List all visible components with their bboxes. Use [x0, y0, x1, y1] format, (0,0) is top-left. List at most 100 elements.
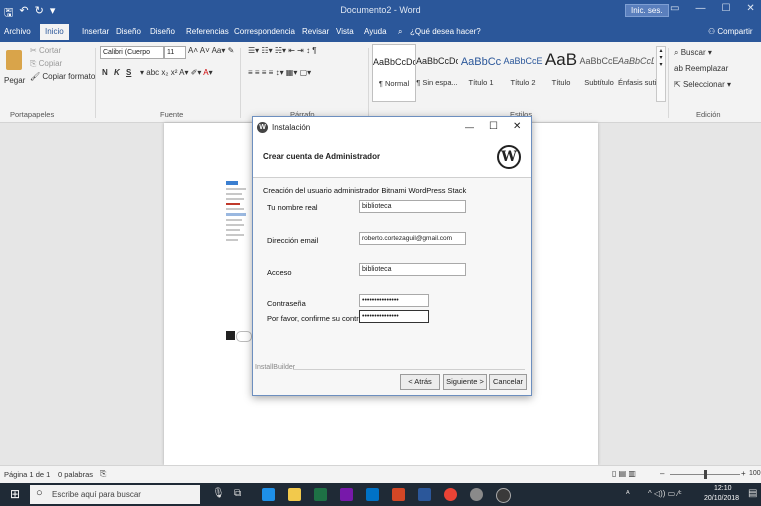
word-icon[interactable] — [418, 488, 431, 501]
chrome-icon[interactable] — [444, 488, 457, 501]
tab-vista[interactable]: Vista — [336, 27, 354, 36]
embedded-image-icon — [226, 331, 235, 340]
bold-button[interactable]: N — [102, 68, 108, 77]
dialog-description: Creación del usuario administrador Bitna… — [263, 186, 467, 195]
dialog-close-icon[interactable]: ✕ — [513, 121, 521, 132]
minimize-icon[interactable]: — — [695, 3, 705, 14]
find-button[interactable]: ⌕ Buscar ▾ — [674, 48, 712, 58]
notifications-icon[interactable]: ▤ — [748, 488, 757, 499]
format-painter-button[interactable]: 🖌 Copiar formato — [30, 72, 95, 81]
edge-icon[interactable] — [262, 488, 275, 501]
clock-time[interactable]: 12:10 — [714, 485, 732, 492]
font-grow-shrink-icons[interactable]: A˄ A˅ Aa▾ ✎ — [188, 46, 234, 55]
login-input[interactable]: biblioteca — [359, 263, 466, 276]
tab-ayuda[interactable]: Ayuda — [364, 27, 387, 36]
embedded-image-thumbnail[interactable] — [226, 179, 254, 279]
tab-insertar[interactable]: Insertar — [82, 27, 109, 36]
installer-dialog: W Instalación — ☐ ✕ Crear cuenta de Admi… — [252, 116, 532, 396]
copy-label: Copiar — [38, 59, 63, 68]
replace-button[interactable]: ab Reemplazar — [674, 64, 728, 73]
people-icon[interactable]: ᴬ — [626, 489, 630, 498]
tell-me-input[interactable]: ¿Qué desea hacer? — [410, 27, 481, 36]
title-bar: 🖫 ↶ ↻ ▾ Documento2 - Word Inic. ses. ▭ —… — [0, 0, 761, 22]
underline-button[interactable]: S — [126, 68, 131, 77]
dialog-maximize-icon[interactable]: ☐ — [489, 121, 498, 132]
paste-icon[interactable] — [6, 50, 22, 70]
powerpoint-icon[interactable] — [392, 488, 405, 501]
zoom-slider-thumb[interactable] — [704, 470, 707, 479]
cancel-button[interactable]: Cancelar — [489, 374, 527, 390]
tell-me-icon[interactable]: ⌕ — [398, 27, 402, 37]
group-divider — [668, 48, 669, 118]
paste-button[interactable]: Pegar — [4, 76, 25, 85]
italic-button[interactable]: K — [114, 68, 120, 77]
word-count[interactable]: 0 palabras — [58, 470, 93, 479]
wordpress-small-icon: W — [257, 122, 268, 133]
style-subtle-emphasis[interactable]: AaBbCcDc Énfasis sutil — [618, 44, 658, 100]
cut-label: Cortar — [38, 46, 62, 55]
dialog-minimize-icon[interactable]: — — [465, 122, 474, 132]
font-size-dropdown[interactable]: 11 — [164, 46, 186, 59]
list-icons[interactable]: ☰▾ ☷▾ ☵▾ ⇤ ⇥ ↕ ¶ — [248, 46, 317, 55]
wordpress-logo-icon: W — [497, 145, 521, 169]
dialog-title: Instalación — [272, 123, 311, 132]
confirm-password-input[interactable]: ••••••••••••••• — [359, 310, 429, 323]
ribbon-display-icon[interactable]: ▭ — [670, 3, 679, 14]
style-subtitle[interactable]: AaBbCcE Subtítulo — [578, 44, 620, 100]
task-view-icon[interactable]: ⧉ — [234, 488, 241, 499]
taskbar-search-input: Escribe aquí para buscar — [52, 490, 141, 499]
alignment-icons[interactable]: ≡ ≡ ≡ ≡ ↕▾ ▦▾ ▢▾ — [248, 68, 311, 77]
share-button[interactable]: ⚇ Compartir — [708, 27, 753, 36]
style-heading-2[interactable]: AaBbCcE Título 2 — [502, 44, 544, 100]
app-icon[interactable] — [470, 488, 483, 501]
styles-scroll[interactable]: ▴ ▾ ▾ — [656, 46, 666, 102]
tab-diseno-layout[interactable]: Diseño — [150, 27, 175, 36]
back-button[interactable]: < Atrás — [400, 374, 440, 390]
page-count[interactable]: Página 1 de 1 — [4, 470, 50, 479]
signin-button[interactable]: Inic. ses. — [625, 4, 669, 17]
login-label: Acceso — [267, 268, 292, 277]
tab-diseno[interactable]: Diseño — [116, 27, 141, 36]
close-icon[interactable]: ✕ — [746, 3, 754, 14]
password-input[interactable]: ••••••••••••••• — [359, 294, 429, 307]
style-no-spacing[interactable]: AaBbCcDc ¶ Sin espa... — [416, 44, 458, 100]
view-mode-icons[interactable]: ▯ ▤ ▥ — [612, 469, 636, 478]
zoom-level[interactable]: 100 — [749, 470, 761, 477]
cut-button[interactable]: ✂ Cortar — [30, 46, 61, 55]
wordpress-taskbar-icon[interactable] — [496, 488, 511, 503]
zoom-in-icon[interactable]: + — [741, 469, 746, 478]
tab-revisar[interactable]: Revisar — [302, 27, 329, 36]
copy-button[interactable]: ⎘ Copiar — [30, 59, 62, 69]
share-label: Compartir — [717, 27, 753, 36]
font-format-icons[interactable]: ▾ abc x₂ x² A▾ ✐▾ A▾ — [140, 68, 213, 77]
clipboard-group-label: Portapapeles — [10, 110, 55, 119]
file-explorer-icon[interactable] — [288, 488, 301, 501]
footer-divider — [293, 369, 525, 370]
font-name-dropdown[interactable]: Calibri (Cuerpo — [100, 46, 164, 59]
system-tray-icons[interactable]: ^ ◁)) ▭ ⁄ᶜ — [648, 489, 682, 498]
zoom-out-icon[interactable]: – — [660, 469, 664, 478]
clock-date[interactable]: 20/10/2018 — [704, 495, 739, 502]
maximize-icon[interactable]: ☐ — [721, 3, 730, 14]
style-normal[interactable]: AaBbCcDc ¶ Normal — [372, 44, 416, 102]
group-divider — [368, 48, 369, 118]
taskbar-search-box[interactable]: ○ Escribe aquí para buscar — [30, 485, 200, 504]
style-title[interactable]: AaB Título — [540, 44, 582, 100]
outlook-icon[interactable] — [366, 488, 379, 501]
real-name-input[interactable]: biblioteca — [359, 200, 466, 213]
next-button[interactable]: Siguiente > — [443, 374, 487, 390]
tab-archivo[interactable]: Archivo — [4, 27, 31, 36]
select-button[interactable]: ⇱ Seleccionar ▾ — [674, 80, 731, 89]
windows-start-icon[interactable]: ⊞ — [10, 487, 20, 501]
tab-correspondencia[interactable]: Correspondencia — [234, 27, 295, 36]
email-input[interactable]: roberto.cortezaguil@gmail.com — [359, 232, 466, 245]
proofing-icon[interactable]: ⎘ — [100, 469, 106, 479]
tab-referencias[interactable]: Referencias — [186, 27, 229, 36]
installbuilder-brand: InstallBuilder — [255, 364, 296, 371]
excel-icon[interactable] — [314, 488, 327, 501]
onenote-icon[interactable] — [340, 488, 353, 501]
format-painter-label: Copiar formato — [42, 72, 96, 81]
style-heading-1[interactable]: AaBbCc Título 1 — [460, 44, 502, 100]
microphone-icon[interactable]: 🎙 — [212, 488, 225, 499]
tab-inicio[interactable]: Inicio — [40, 24, 69, 40]
